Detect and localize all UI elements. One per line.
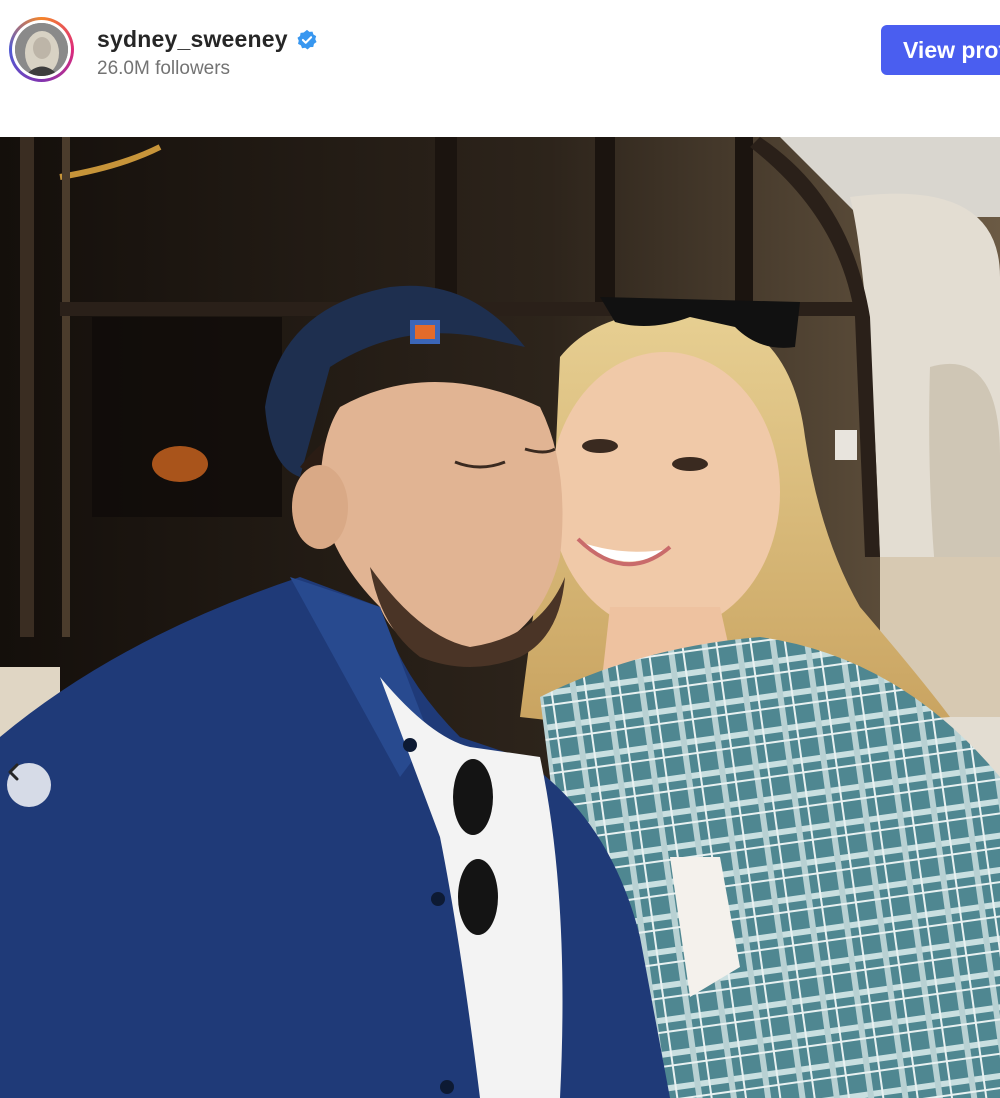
profile-username[interactable]: sydney_sweeney xyxy=(97,26,288,53)
carousel-prev-button[interactable] xyxy=(7,763,51,807)
photo-illustration xyxy=(0,137,1000,1098)
post-header: sydney_sweeney 26.0M followers View prof… xyxy=(0,0,1000,137)
view-profile-button[interactable]: View profile xyxy=(881,25,1000,75)
verified-badge-icon xyxy=(297,29,317,50)
avatar-image xyxy=(15,23,68,76)
profile-avatar[interactable] xyxy=(9,17,74,82)
chevron-left-icon xyxy=(8,763,19,781)
post-photo[interactable] xyxy=(0,137,1000,1098)
follower-count: 26.0M followers xyxy=(97,58,231,79)
